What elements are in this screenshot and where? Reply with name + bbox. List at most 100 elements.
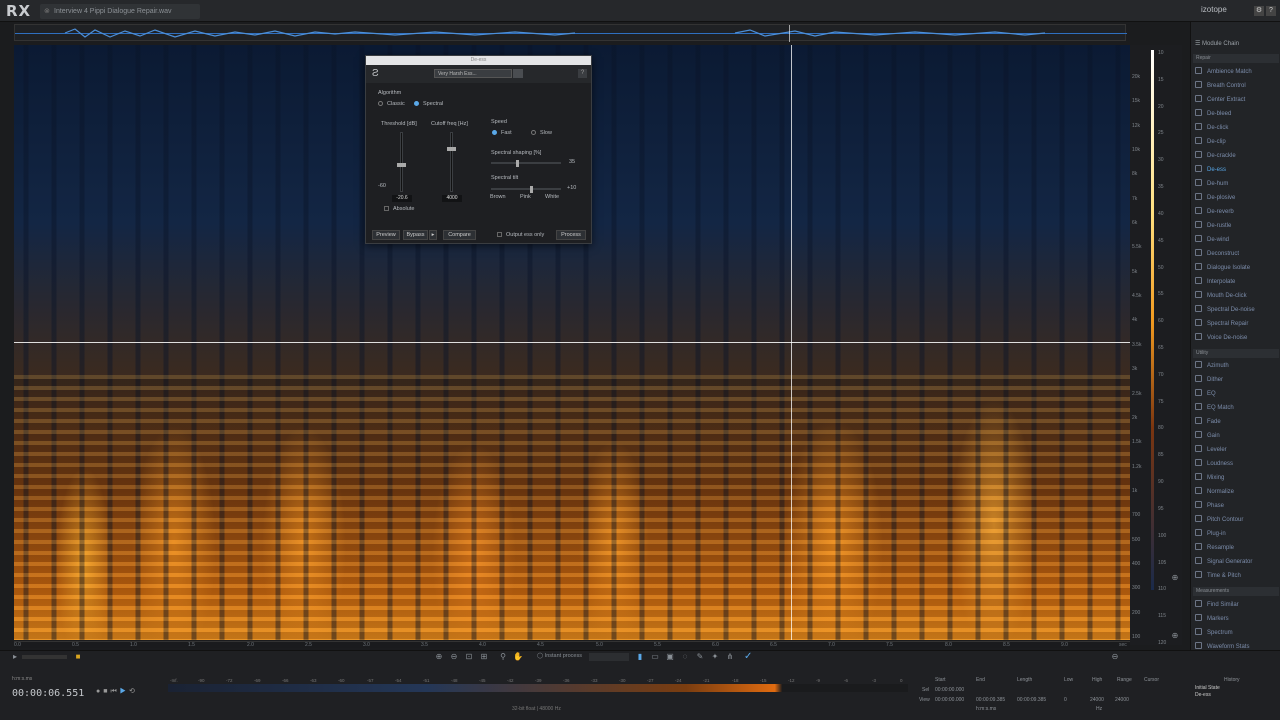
brush-tool-icon[interactable]: ✎	[695, 652, 705, 662]
rewind-icon[interactable]: ⏮	[110, 688, 119, 695]
time-selection-icon[interactable]: ▮	[635, 652, 645, 662]
slow-radio[interactable]: Slow	[531, 130, 552, 136]
module-item-leveler[interactable]: Leveler	[1195, 444, 1279, 457]
spectral-radio[interactable]: Spectral	[414, 101, 443, 107]
module-item-de-click[interactable]: De-click	[1195, 122, 1279, 135]
fast-radio[interactable]: Fast	[492, 130, 512, 136]
time-frequency-selection-icon[interactable]: ▣	[665, 652, 675, 662]
module-item-eq[interactable]: EQ	[1195, 388, 1279, 401]
absolute-checkbox[interactable]: Absolute	[384, 206, 414, 212]
view-length-value[interactable]: 00:00:09.385	[1017, 697, 1046, 703]
module-item-time-pitch[interactable]: Time & Pitch	[1195, 570, 1279, 583]
view-start-value[interactable]: 00:00:00.000	[935, 697, 964, 703]
range-value[interactable]: 24000	[1115, 697, 1129, 703]
cutoff-value[interactable]: 4000	[442, 195, 462, 202]
module-item-pitch-contour[interactable]: Pitch Contour	[1195, 514, 1279, 527]
instant-process-toggle[interactable]: ◯ Instant process	[537, 653, 582, 659]
settings-icon[interactable]: ⚙	[1254, 6, 1264, 16]
module-item-dither[interactable]: Dither	[1195, 374, 1279, 387]
module-item-de-hum[interactable]: De-hum	[1195, 178, 1279, 191]
magnifier-icon[interactable]: ⚲	[498, 652, 508, 662]
de-ess-module-window[interactable]: De-ess Ƨ Very Harsh Ess... ? Algorithm C…	[365, 55, 592, 244]
folder-icon[interactable]: ■	[73, 652, 83, 662]
close-tab-icon[interactable]: ⊗	[44, 4, 50, 19]
module-item-fade[interactable]: Fade	[1195, 416, 1279, 429]
preview-button[interactable]: Preview	[372, 230, 400, 240]
db-zoom-icon[interactable]: ⊕	[1170, 573, 1180, 583]
module-item-de-crackle[interactable]: De-crackle	[1195, 150, 1279, 163]
shaping-slider[interactable]	[491, 160, 561, 167]
module-item-breath-control[interactable]: Breath Control	[1195, 80, 1279, 93]
module-item-de-ess[interactable]: De-ess	[1195, 164, 1279, 177]
module-item-plug-in[interactable]: Plug-in	[1195, 528, 1279, 541]
tilt-knob[interactable]	[530, 186, 533, 193]
cutoff-knob[interactable]	[447, 147, 456, 151]
process-button[interactable]: Process	[556, 230, 586, 240]
module-item-markers[interactable]: Markers	[1195, 613, 1279, 626]
repair-section-header[interactable]: Repair	[1193, 54, 1279, 63]
view-end-value[interactable]: 00:00:09.385	[976, 697, 1005, 703]
module-item-interpolate[interactable]: Interpolate	[1195, 276, 1279, 289]
file-tab[interactable]: ⊗ Interview 4 Pippi Dialogue Repair.wav	[40, 4, 200, 19]
module-item-eq-match[interactable]: EQ Match	[1195, 402, 1279, 415]
module-item-gain[interactable]: Gain	[1195, 430, 1279, 443]
confirm-check-icon[interactable]: ✓	[744, 651, 752, 662]
harmonic-wand-icon[interactable]: ⋔	[725, 652, 735, 662]
module-item-mouth-de-click[interactable]: Mouth De-click	[1195, 290, 1279, 303]
wand-tool-icon[interactable]: ✦	[710, 652, 720, 662]
module-item-center-extract[interactable]: Center Extract	[1195, 94, 1279, 107]
freq-zoom-in-icon[interactable]: ⊕	[1170, 631, 1180, 641]
module-item-normalize[interactable]: Normalize	[1195, 486, 1279, 499]
classic-radio[interactable]: Classic	[378, 101, 405, 107]
threshold-knob[interactable]	[397, 163, 406, 167]
sel-start-value[interactable]: 00:00:00.000	[935, 687, 964, 693]
output-ess-checkbox[interactable]: Output ess only	[497, 232, 544, 238]
frequency-selection-icon[interactable]: ▭	[650, 652, 660, 662]
zoom-selection-icon[interactable]: ⊡	[464, 652, 474, 662]
hand-tool-icon[interactable]: ✋	[513, 652, 523, 662]
frequency-cursor[interactable]	[14, 342, 1130, 343]
compare-button[interactable]: Compare	[443, 230, 476, 240]
help-icon[interactable]: ?	[1266, 6, 1276, 16]
module-item-deconstruct[interactable]: Deconstruct	[1195, 248, 1279, 261]
preset-menu-icon[interactable]	[513, 69, 523, 78]
vertical-zoom-icon[interactable]: ⊖	[1110, 652, 1120, 662]
waveform-overview[interactable]	[14, 24, 1127, 42]
module-item-spectrum[interactable]: Spectrum	[1195, 627, 1279, 640]
zoom-in-icon[interactable]: ⊕	[434, 652, 444, 662]
module-item-ambience-match[interactable]: Ambience Match	[1195, 66, 1279, 79]
module-item-dialogue-isolate[interactable]: Dialogue Isolate	[1195, 262, 1279, 275]
module-item-de-wind[interactable]: De-wind	[1195, 234, 1279, 247]
module-item-de-rustle[interactable]: De-rustle	[1195, 220, 1279, 233]
module-item-resample[interactable]: Resample	[1195, 542, 1279, 555]
cutoff-slider[interactable]	[447, 132, 456, 192]
module-item-azimuth[interactable]: Azimuth	[1195, 360, 1279, 373]
utility-section-header[interactable]: Utility	[1193, 349, 1279, 358]
module-item-de-bleed[interactable]: De-bleed	[1195, 108, 1279, 121]
module-item-voice-de-noise[interactable]: Voice De-noise	[1195, 332, 1279, 345]
module-item-phase[interactable]: Phase	[1195, 500, 1279, 513]
module-item-loudness[interactable]: Loudness	[1195, 458, 1279, 471]
lasso-tool-icon[interactable]: ◌	[680, 652, 690, 662]
bypass-menu-icon[interactable]: ▸	[429, 230, 437, 240]
horizontal-zoom-slider[interactable]	[22, 655, 67, 659]
module-item-mixing[interactable]: Mixing	[1195, 472, 1279, 485]
preset-dropdown[interactable]: Very Harsh Ess...	[434, 69, 512, 78]
module-item-de-plosive[interactable]: De-plosive	[1195, 192, 1279, 205]
bypass-button[interactable]: Bypass	[403, 230, 428, 240]
threshold-slider[interactable]	[397, 132, 406, 192]
module-item-find-similar[interactable]: Find Similar	[1195, 599, 1279, 612]
select-tool-icon[interactable]: ▸	[10, 652, 20, 662]
threshold-value[interactable]: -20.6	[392, 195, 412, 202]
module-item-de-clip[interactable]: De-clip	[1195, 136, 1279, 149]
help-button[interactable]: ?	[578, 69, 587, 78]
module-item-spectral-de-noise[interactable]: Spectral De-noise	[1195, 304, 1279, 317]
module-item-signal-generator[interactable]: Signal Generator	[1195, 556, 1279, 569]
instant-process-mode[interactable]	[589, 653, 629, 661]
loop-icon[interactable]: ⟲	[129, 688, 138, 695]
play-icon[interactable]: ▶	[120, 688, 129, 695]
shaping-value[interactable]: 35	[569, 159, 575, 165]
shaping-knob[interactable]	[516, 160, 519, 167]
module-item-spectral-repair[interactable]: Spectral Repair	[1195, 318, 1279, 331]
history-item-de-ess[interactable]: De-ess	[1195, 692, 1211, 698]
